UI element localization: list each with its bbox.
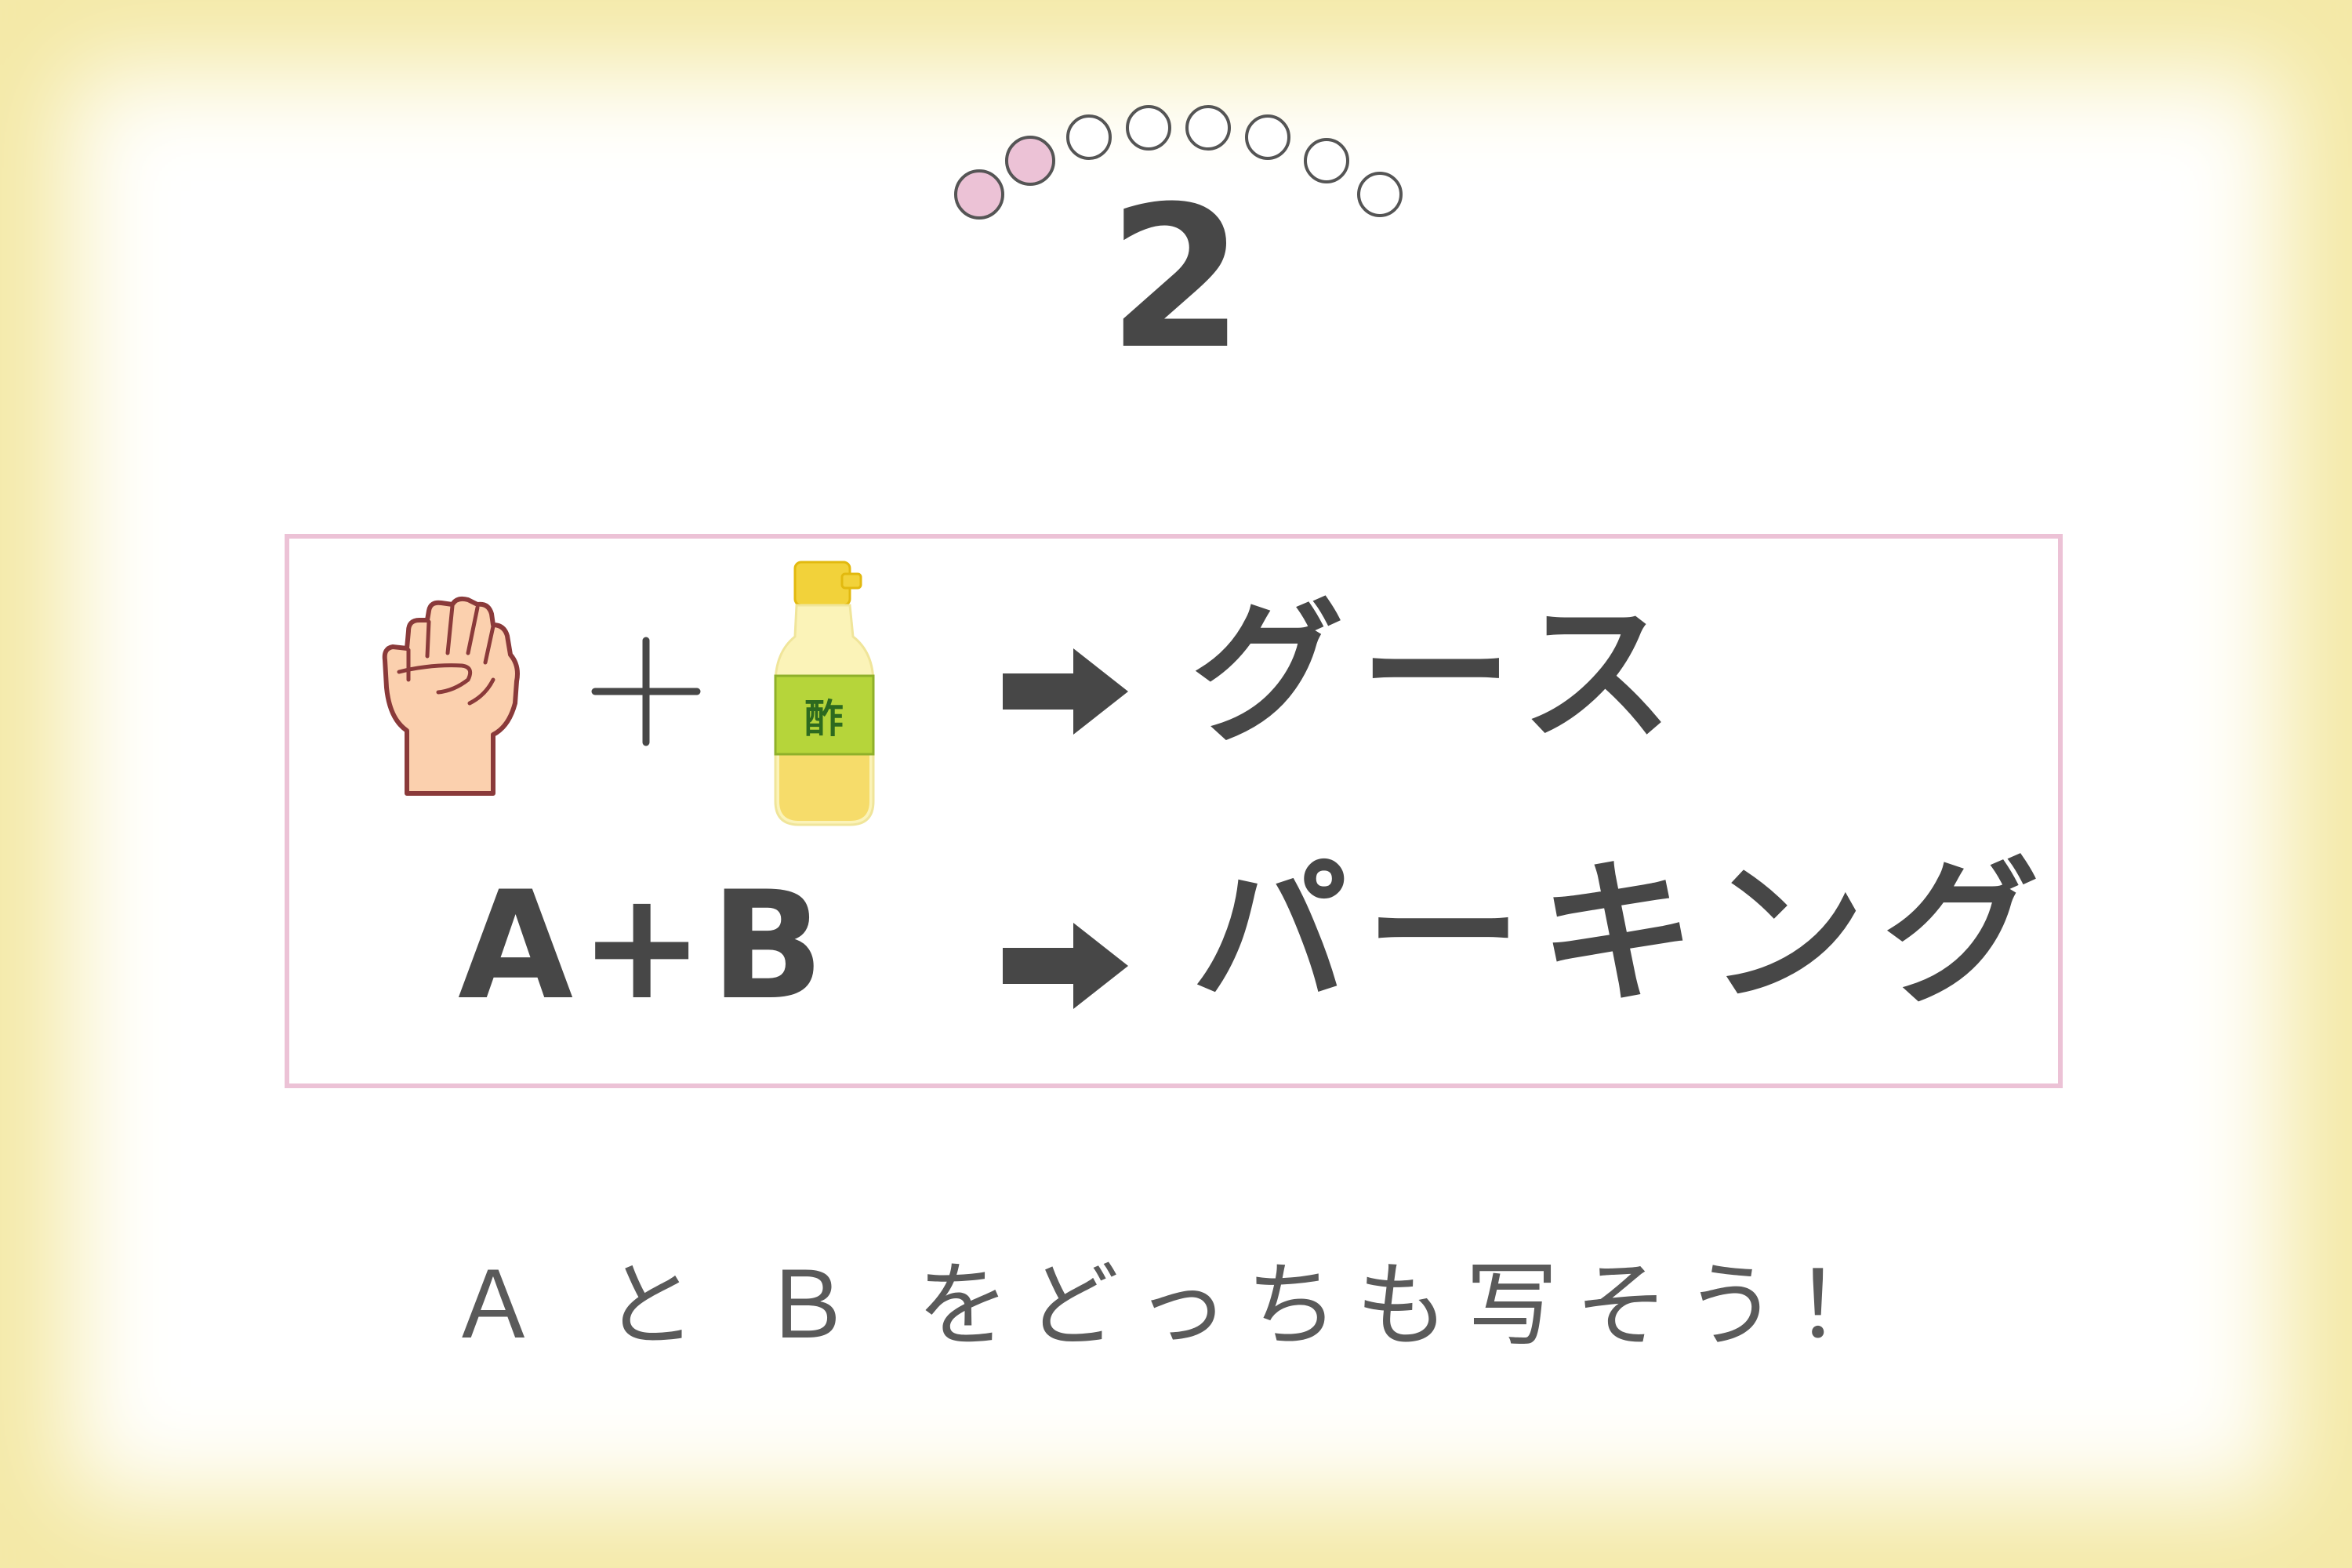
clue-answer: グース (1191, 585, 1690, 763)
clue-row: 酢 グース (289, 539, 2058, 829)
progress-dot (1066, 114, 1112, 160)
question-number: 2 (1108, 164, 1244, 392)
question-row: A+B パーキング (289, 829, 2058, 1087)
question-formula: A+B (458, 859, 831, 1033)
arrow-right-icon (1003, 648, 1128, 735)
progress-dot (1245, 114, 1290, 160)
plus-sign (591, 637, 701, 746)
arrow-right-icon (1003, 923, 1128, 1009)
progress-dot (1185, 105, 1231, 151)
hint-text: Ａ と Ｂ をどっちも写そう！ (447, 1251, 1905, 1359)
vinegar-bottle-icon: 酢 (774, 561, 875, 826)
bottle-label: 酢 (804, 696, 844, 742)
question-answer: パーキング (1191, 843, 2057, 1025)
progress-dot-completed (954, 169, 1004, 220)
fist-icon (382, 596, 520, 796)
quiz-box: 酢 グース A+B パーキング (285, 534, 2063, 1088)
progress-dot (1126, 105, 1171, 151)
progress-dot (1357, 172, 1403, 217)
